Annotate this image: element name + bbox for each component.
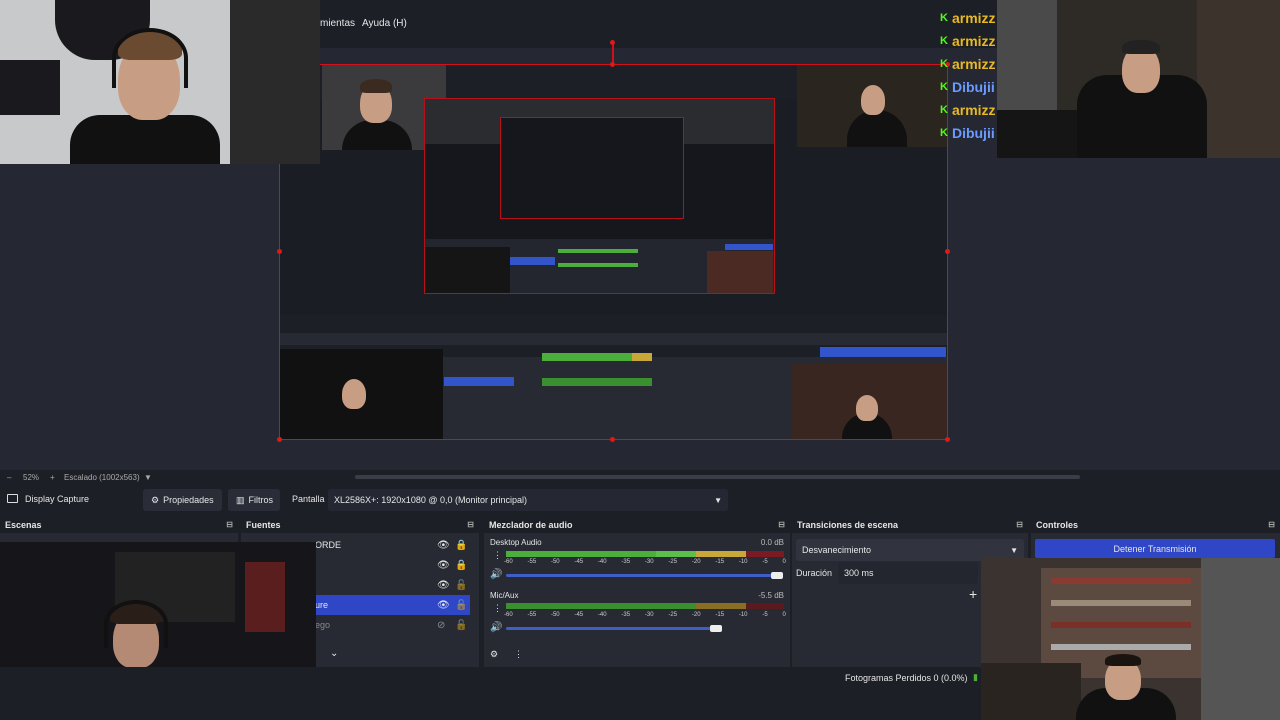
kick-icon: K (940, 103, 948, 116)
lock-icon[interactable]: 🔒 (455, 560, 467, 571)
channel-name: Mic/Aux (490, 591, 519, 600)
chat-message: Karmizz (940, 32, 996, 49)
filter-icon: ▥ (236, 494, 245, 505)
kick-icon: K (940, 57, 948, 70)
webcam-overlay-top-right (997, 0, 1280, 158)
monitor-icon (7, 494, 18, 503)
webcam-overlay-bottom-right (981, 558, 1280, 720)
kick-icon: K (940, 34, 948, 47)
zoom-in-button[interactable]: + (50, 473, 55, 482)
rotation-handle-line (612, 42, 614, 64)
channel-db: 0.0 dB (760, 538, 784, 547)
dock-title: Escenas (5, 520, 42, 530)
unlock-icon[interactable]: 🔓 (455, 580, 467, 591)
volume-knob[interactable] (771, 572, 783, 579)
nested-streamer-cam (797, 65, 947, 147)
dock-menu-icon[interactable]: ⊟ (226, 520, 233, 529)
lock-icon[interactable]: 🔒 (455, 540, 467, 551)
chevron-down-icon[interactable]: ▼ (144, 473, 152, 482)
speaker-icon[interactable]: 🔊 (490, 622, 502, 633)
volume-fader[interactable] (506, 574, 782, 577)
kebab-menu-icon[interactable]: ⋮ (493, 603, 502, 614)
eye-icon[interactable]: 👁 (437, 600, 450, 611)
dock-menu-icon[interactable]: ⊟ (1016, 520, 1023, 529)
volume-knob[interactable] (710, 625, 722, 632)
add-icon[interactable]: + (969, 586, 977, 602)
stop-stream-button[interactable]: Detener Transmisión (1035, 539, 1275, 558)
zoom-out-button[interactable]: – (7, 473, 11, 482)
dock-menu-icon[interactable]: ⊟ (467, 520, 474, 529)
menu-item-help[interactable]: Ayuda (H) (362, 18, 407, 29)
chat-message: Karmizz (940, 9, 996, 26)
dropped-frames: Fotogramas Perdidos 0 (0.0%) (845, 673, 968, 683)
dock-menu-icon[interactable]: ⊟ (1268, 520, 1275, 529)
resize-handle-br[interactable] (945, 437, 950, 442)
eye-icon[interactable]: 👁 (437, 540, 450, 551)
audio-meter (506, 551, 656, 557)
audio-meter (506, 603, 696, 609)
duration-input[interactable]: 300 ms (838, 562, 978, 584)
screen-label: Pantalla (292, 494, 325, 504)
chevron-down-icon: ▼ (714, 495, 722, 505)
zoom-scale-select[interactable]: Escalado (1002x563) (64, 473, 140, 482)
webcam-overlay-top-left (0, 0, 320, 164)
resize-handle-r[interactable] (945, 249, 950, 254)
dock-menu-icon[interactable]: ⊟ (778, 520, 785, 529)
unlock-icon[interactable]: 🔓 (455, 620, 467, 631)
chat-message: Karmizz (940, 55, 996, 72)
gear-icon[interactable]: ⚙ (490, 649, 498, 660)
kebab-menu-icon[interactable]: ⋮ (493, 550, 502, 561)
dock-title: Controles (1036, 520, 1079, 530)
db-ticks: -60 -55 -50 -45 -40 -35 -30 -25 -20 -15 -10 -5 0 (504, 612, 786, 618)
kick-icon: K (940, 80, 948, 93)
nested-docks (280, 315, 947, 439)
chat-overlay: Karmizz Karmizz Karmizz K Dibujii Karmizz… (940, 6, 1000, 144)
chevron-down-icon: ▼ (1010, 545, 1018, 555)
gear-icon: ⚙ (151, 494, 160, 505)
menu-item-tools[interactable]: mientas (320, 18, 355, 29)
eye-icon[interactable]: 👁 (437, 560, 450, 571)
kick-icon: K (940, 126, 948, 139)
chat-message: K Dibujii (940, 78, 995, 95)
source-toolbar: Display Capture ⚙ Propiedades ▥ Filtros Pa… (0, 486, 1280, 514)
db-ticks: -60 -55 -50 -45 -40 -35 -30 -25 -20 -15 -10 -5 0 (504, 559, 786, 565)
resize-handle-bl[interactable] (277, 437, 282, 442)
chevron-down-icon[interactable]: ⌄ (330, 648, 338, 659)
volume-fader[interactable] (506, 627, 716, 630)
eye-hidden-icon[interactable]: ⊘ (437, 620, 445, 631)
screen-select[interactable]: XL2586X+: 1920x1080 @ 0,0 (Monitor princ… (328, 489, 728, 511)
obs-window: mientas Ayuda (H) K armizz K armizz K ar… (0, 0, 1280, 720)
resize-handle-b[interactable] (610, 437, 615, 442)
nested-room-cam (792, 363, 947, 439)
channel-db: -5.5 dB (758, 591, 784, 600)
chat-message: Karmizz (940, 101, 996, 118)
speaker-icon[interactable]: 🔊 (490, 569, 502, 580)
nested-canvas (424, 98, 775, 294)
preview-canvas[interactable] (279, 64, 948, 440)
kick-icon: K (940, 11, 948, 24)
unlock-icon[interactable]: 🔓 (455, 600, 467, 611)
filters-button[interactable]: ▥ Filtros (228, 489, 280, 511)
zoom-percent: 52% (23, 473, 40, 482)
channel-name: Desktop Audio (490, 538, 542, 547)
horizontal-scrollbar[interactable] (355, 475, 1080, 479)
kebab-menu-icon[interactable]: ⋮ (514, 649, 523, 660)
resize-handle-l[interactable] (277, 249, 282, 254)
audio-mixer-dock: Mezclador de audio ⊟ Desktop Audio 0.0 dB… (484, 517, 790, 667)
dock-title: Fuentes (246, 520, 281, 530)
properties-button[interactable]: ⚙ Propiedades (143, 489, 222, 511)
eye-icon[interactable]: 👁 (437, 580, 450, 591)
resize-handle-t[interactable] (610, 62, 615, 67)
dock-title: Transiciones de escena (797, 520, 899, 530)
nested-bottom-webcam (280, 349, 443, 439)
dock-title: Mezclador de audio (489, 520, 573, 530)
source-name: Display Capture (25, 494, 90, 504)
duration-label: Duración (796, 568, 833, 578)
signal-icon: ▮ (973, 672, 978, 682)
chat-message: K Dibujii (940, 124, 995, 141)
rotation-handle[interactable] (610, 40, 615, 45)
